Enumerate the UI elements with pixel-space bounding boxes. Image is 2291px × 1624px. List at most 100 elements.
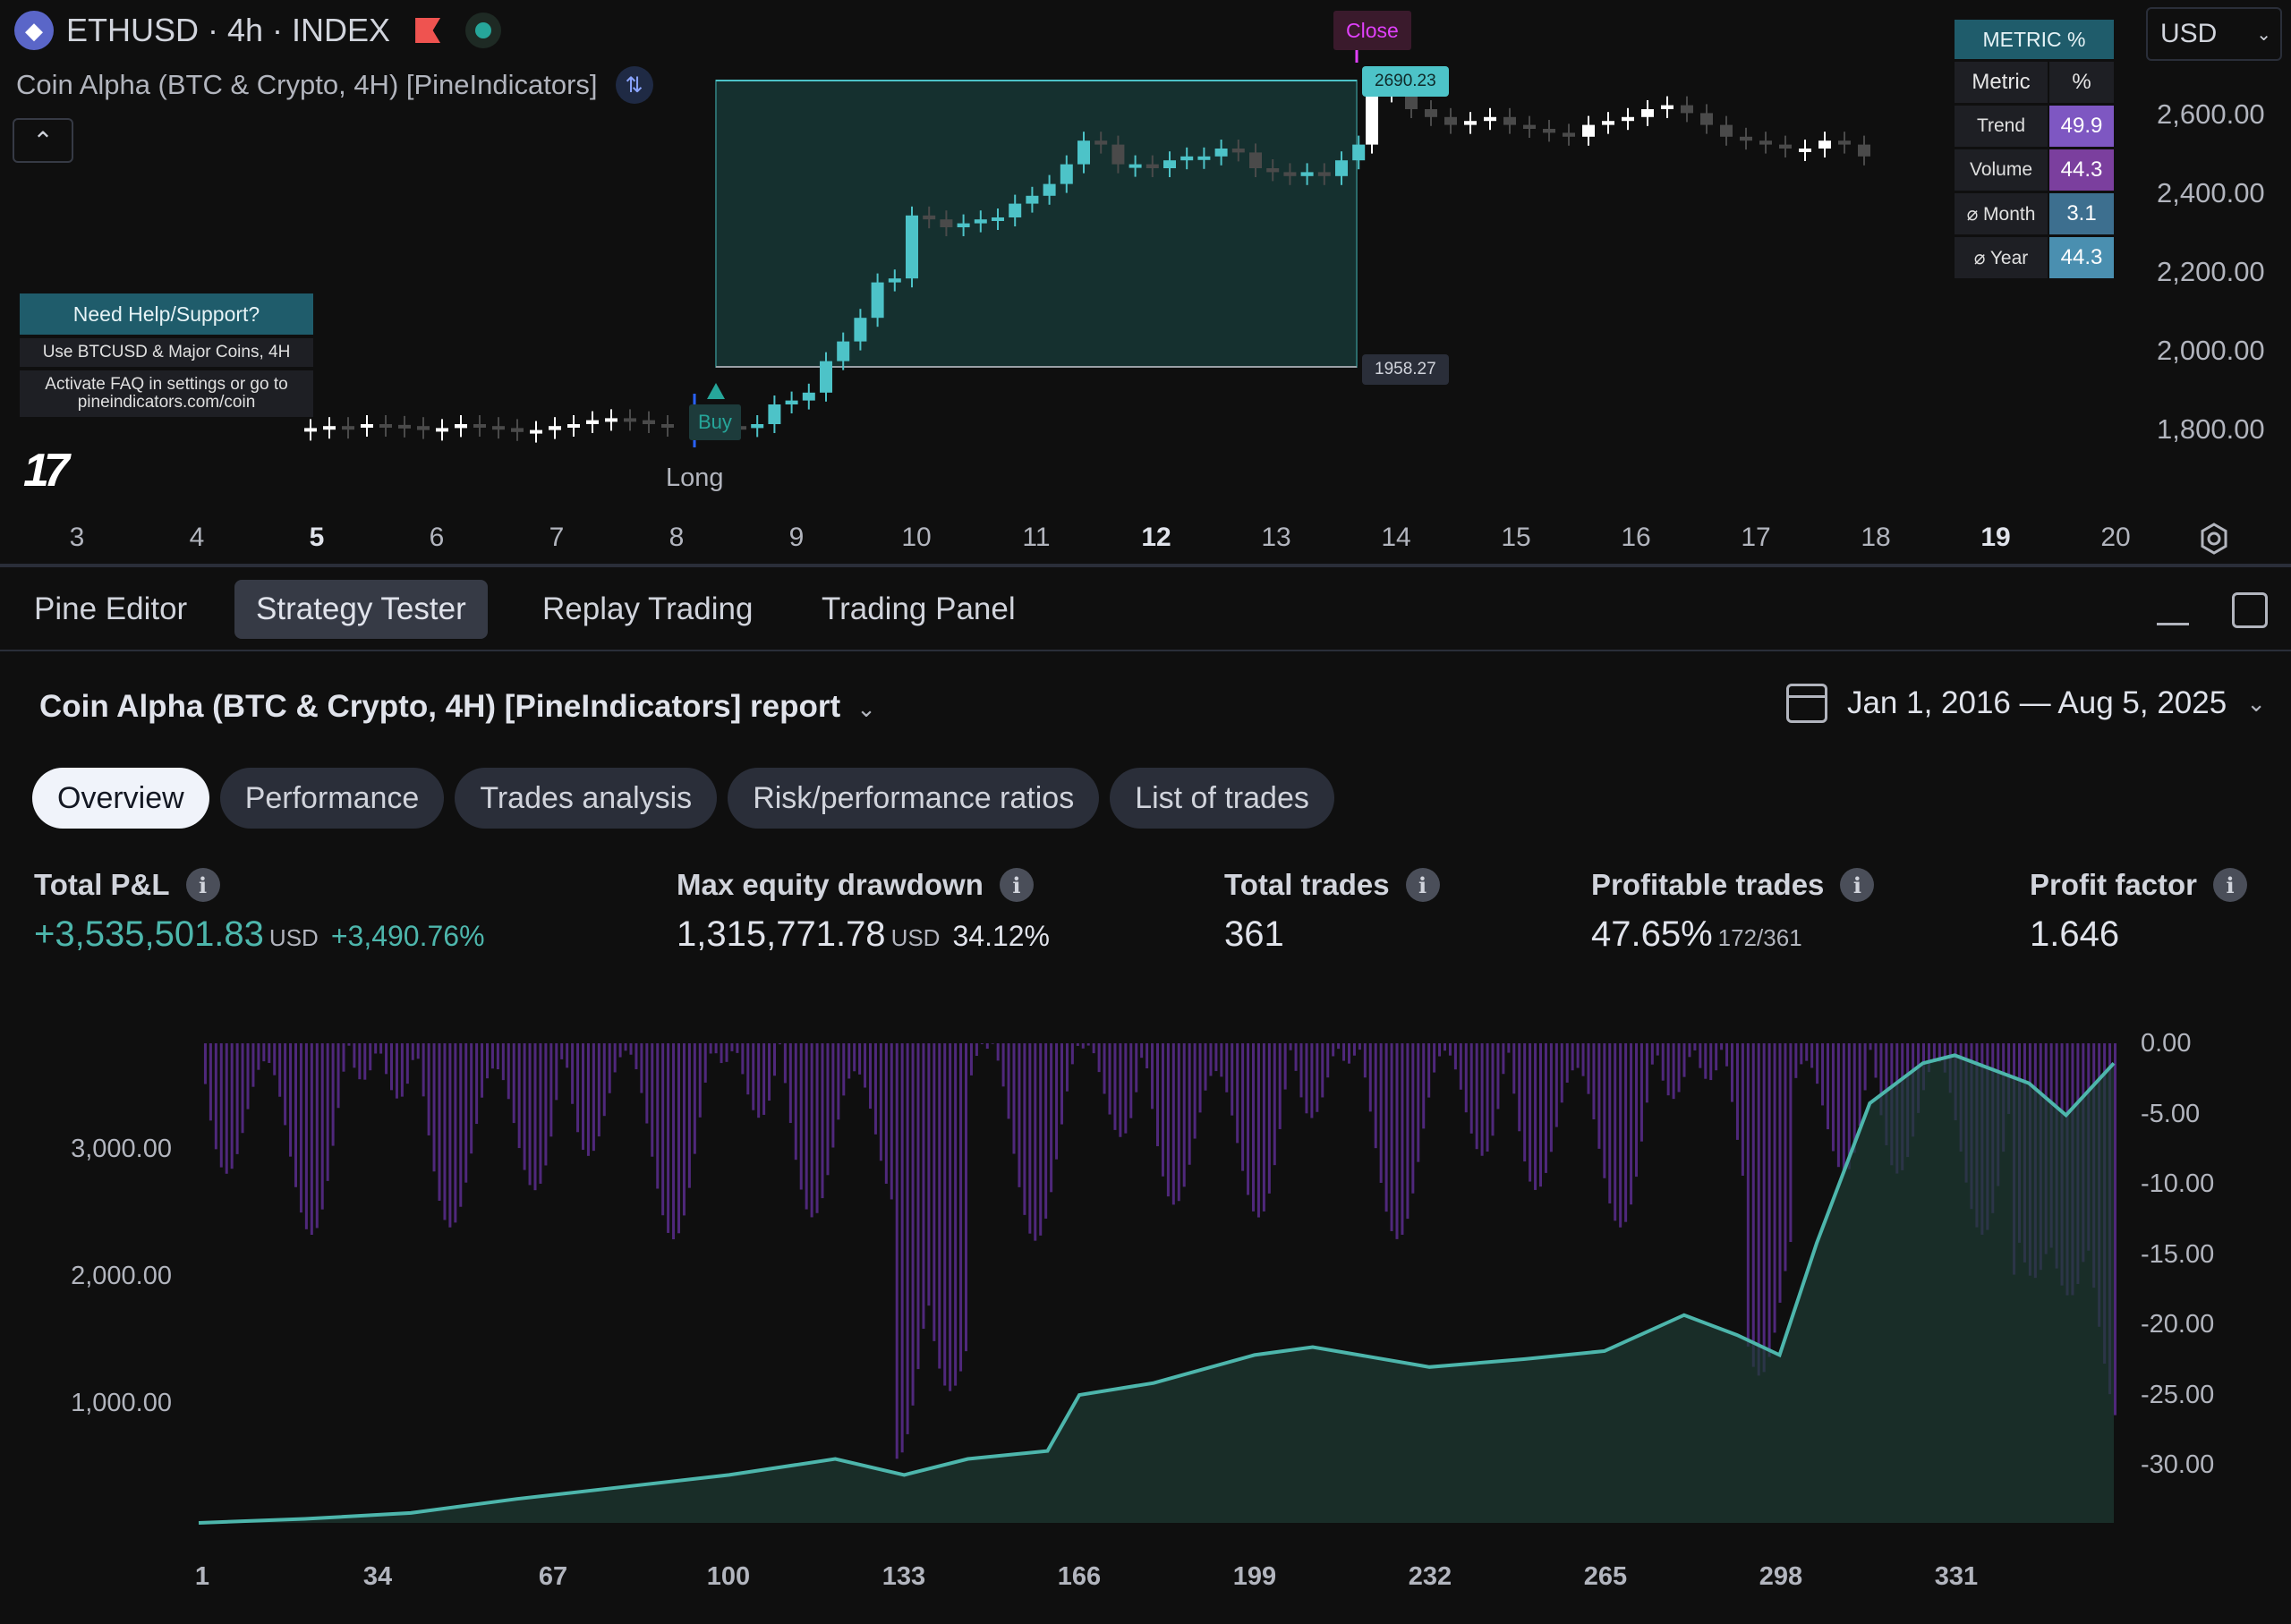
equity-axis-right-label: -10.00: [2141, 1169, 2215, 1198]
drawdown-bar: [1858, 1043, 1861, 1127]
drawdown-bar: [363, 1043, 367, 1080]
drawdown-bar: [1252, 1043, 1255, 1212]
drawdown-bar: [1699, 1043, 1702, 1068]
drawdown-bar: [1608, 1043, 1612, 1203]
drawdown-bar: [687, 1043, 691, 1188]
drawdown-bar: [1704, 1043, 1708, 1079]
drawdown-bar: [1688, 1043, 1691, 1058]
tab-replay-trading[interactable]: Replay Trading: [521, 580, 774, 639]
indicator-name[interactable]: Coin Alpha (BTC & Crypto, 4H) [PineIndic…: [16, 69, 598, 101]
tab-strategy-tester[interactable]: Strategy Tester: [234, 580, 488, 639]
candle: [837, 341, 850, 361]
chevron-down-icon: ⌄: [856, 695, 876, 722]
subtab-risk-ratios[interactable]: Risk/performance ratios: [728, 768, 1100, 829]
candle: [923, 215, 936, 220]
candle: [511, 428, 524, 432]
drawdown-bar: [640, 1043, 643, 1093]
drawdown-bar: [805, 1043, 808, 1210]
drawdown-bar: [1256, 1043, 1260, 1218]
drawdown-bar: [810, 1043, 813, 1218]
symbol-header[interactable]: ◆ ETHUSD · 4h · INDEX: [14, 11, 502, 50]
drawdown-bar: [1321, 1043, 1324, 1098]
drawdown-bar: [730, 1043, 734, 1051]
info-icon[interactable]: i: [999, 868, 1034, 902]
candle: [492, 426, 505, 430]
drawdown-bar: [464, 1043, 468, 1183]
drawdown-bar: [353, 1043, 356, 1068]
drawdown-bar: [1332, 1043, 1335, 1057]
stat-label: Total trades: [1224, 868, 1390, 901]
drawdown-bar: [714, 1043, 718, 1054]
subtab-list-of-trades[interactable]: List of trades: [1110, 768, 1334, 829]
drawdown-bar: [1464, 1043, 1468, 1113]
subtab-performance[interactable]: Performance: [219, 768, 445, 829]
drawdown-bar: [1635, 1043, 1638, 1178]
tab-pine-editor[interactable]: Pine Editor: [13, 580, 209, 639]
date-axis-label: 10: [901, 523, 932, 552]
stat-profit-factor: Profit factor i 1.646: [2030, 868, 2248, 955]
candle: [436, 428, 448, 432]
drawdown-bar: [677, 1043, 680, 1234]
buy-marker: [707, 383, 725, 399]
price-chart[interactable]: ◆ ETHUSD · 4h · INDEX Coin Alpha (BTC & …: [0, 0, 2291, 564]
drawdown-bar: [602, 1043, 606, 1117]
report-title[interactable]: Coin Alpha (BTC & Crypto, 4H) [PineIndic…: [39, 689, 876, 725]
drawdown-bar: [1576, 1043, 1580, 1068]
minimize-icon[interactable]: [2157, 623, 2189, 625]
report-subtabs: Overview Performance Trades analysis Ris…: [32, 768, 1334, 829]
info-icon[interactable]: i: [185, 868, 220, 902]
drawdown-bar: [965, 1043, 967, 1352]
tab-trading-panel[interactable]: Trading Panel: [800, 580, 1037, 639]
indicator-settings-icon[interactable]: ⇅: [615, 66, 653, 104]
gear-icon[interactable]: [2196, 521, 2232, 557]
drawdown-bar: [1715, 1043, 1718, 1071]
symbol-label[interactable]: ETHUSD · 4h · INDEX: [66, 12, 390, 49]
candle: [1799, 149, 1811, 152]
drawdown-bar: [1523, 1043, 1527, 1162]
drawdown-bar: [566, 1043, 569, 1068]
subtab-overview[interactable]: Overview: [32, 768, 209, 829]
help-line-2: Activate FAQ in settings or go to pinein…: [20, 370, 313, 417]
info-icon[interactable]: i: [1840, 868, 1875, 902]
candle: [974, 219, 987, 224]
candle: [1602, 121, 1614, 125]
stat-value: 47.65%: [1591, 914, 1713, 954]
drawdown-bar: [1039, 1043, 1043, 1236]
drawdown-bar: [1534, 1043, 1537, 1190]
calendar-icon: [1785, 684, 1827, 723]
equity-axis-right-label: -5.00: [2141, 1099, 2201, 1128]
drawdown-bar: [1214, 1043, 1218, 1072]
drawdown-bar: [1682, 1043, 1686, 1077]
subtab-trades-analysis[interactable]: Trades analysis: [455, 768, 718, 829]
candle: [342, 426, 354, 430]
collapse-legend-button[interactable]: ⌃: [13, 118, 73, 163]
date-range-picker[interactable]: Jan 1, 2016 — Aug 5, 2025 ⌄: [1785, 684, 2266, 723]
info-icon[interactable]: i: [2213, 868, 2248, 902]
drawdown-bar: [400, 1043, 404, 1097]
price-axis-label: 2,400.00: [2157, 177, 2265, 208]
tradingview-logo-icon[interactable]: 17: [23, 444, 70, 497]
drawdown-bar: [1384, 1043, 1388, 1212]
equity-axis-right-label: -25.00: [2141, 1380, 2215, 1409]
drawdown-bar: [459, 1043, 463, 1207]
maximize-icon[interactable]: [2232, 592, 2268, 628]
info-icon[interactable]: i: [1405, 868, 1440, 902]
currency-value: USD: [2160, 19, 2218, 48]
drawdown-bar: [916, 1043, 920, 1370]
drawdown-bar: [1124, 1043, 1128, 1134]
metric-table-title: METRIC %: [1955, 20, 2114, 59]
drawdown-bar: [1044, 1043, 1048, 1219]
currency-select[interactable]: USD ⌄: [2146, 7, 2282, 61]
candle: [1231, 149, 1245, 153]
candle: [785, 400, 798, 404]
drawdown-bar: [1496, 1043, 1500, 1110]
candle: [567, 424, 580, 428]
drawdown-bar: [1166, 1043, 1170, 1197]
equity-chart[interactable]: [0, 1020, 2291, 1557]
candle: [586, 420, 599, 424]
indicator-legend[interactable]: Coin Alpha (BTC & Crypto, 4H) [PineIndic…: [16, 66, 653, 104]
drawdown-bar: [214, 1043, 217, 1150]
flag-icon[interactable]: [415, 18, 441, 43]
drawdown-bar: [1023, 1043, 1026, 1215]
drawdown-bar: [1512, 1043, 1516, 1094]
